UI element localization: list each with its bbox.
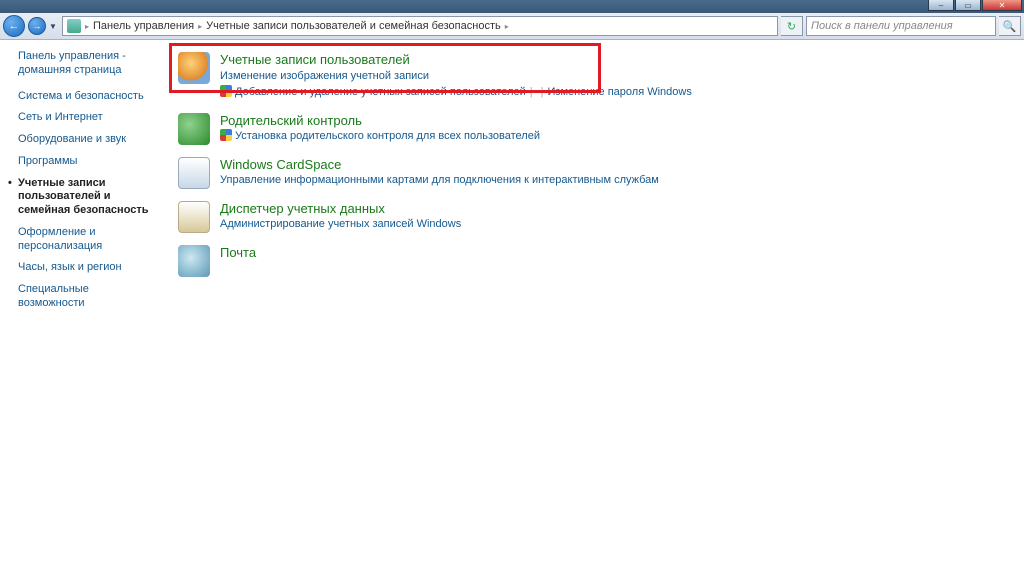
sidebar-item-7[interactable]: Специальные возможности — [18, 283, 158, 311]
shield-icon — [220, 85, 232, 97]
watermark: club Sovet — [952, 534, 1016, 572]
nav-back-button[interactable]: ← — [3, 15, 25, 37]
maximize-button[interactable]: ▭ — [955, 0, 981, 11]
category-title[interactable]: Windows CardSpace — [220, 157, 659, 173]
category-sublink[interactable]: Управление информационными картами для п… — [220, 174, 659, 186]
titlebar: – ▭ ✕ — [0, 0, 1024, 13]
nav-history-dropdown[interactable]: ▼ — [49, 22, 59, 31]
control-panel-icon — [67, 19, 81, 33]
sidebar-item-0[interactable]: Система и безопасность — [18, 90, 158, 104]
category-sublink[interactable]: Установка родительского контроля для все… — [220, 130, 540, 142]
search-input[interactable]: Поиск в панели управления — [806, 16, 996, 36]
category-title[interactable]: Учетные записи пользователей — [220, 52, 692, 68]
users-icon — [178, 52, 210, 84]
category-parent: Родительский контрольУстановка родительс… — [166, 107, 1024, 151]
refresh-button[interactable]: ↻ — [781, 16, 803, 36]
sidebar-item-2[interactable]: Оборудование и звук — [18, 133, 158, 147]
navbar: ← → ▼ ▸ Панель управления ▸ Учетные запи… — [0, 13, 1024, 40]
main-content: Учетные записи пользователейИзменение из… — [166, 40, 1024, 576]
category-title[interactable]: Диспетчер учетных данных — [220, 201, 461, 217]
category-title[interactable]: Родительский контроль — [220, 113, 540, 129]
search-button[interactable]: 🔍 — [999, 16, 1021, 36]
category-sublinks: Управление информационными картами для п… — [220, 172, 659, 189]
breadcrumb-root[interactable]: Панель управления — [93, 20, 194, 32]
category-sublink[interactable]: Изменение изображения учетной записи — [220, 70, 429, 82]
category-cred: Диспетчер учетных данныхАдминистрировани… — [166, 195, 1024, 239]
cred-icon — [178, 201, 210, 233]
breadcrumb-sep: ▸ — [85, 22, 89, 31]
watermark-tag: club — [952, 528, 1016, 540]
close-button[interactable]: ✕ — [982, 0, 1022, 11]
category-sublink[interactable]: Изменение пароля Windows — [548, 86, 692, 98]
category-sublinks: Установка родительского контроля для все… — [220, 128, 540, 145]
category-sublinks: Изменение изображения учетной записи Доба… — [220, 68, 692, 101]
sidebar-item-1[interactable]: Сеть и Интернет — [18, 111, 158, 125]
sidebar-home-link[interactable]: Панель управления - домашняя страница — [18, 50, 158, 78]
sidebar-item-6[interactable]: Часы, язык и регион — [18, 261, 158, 275]
sidebar-item-4[interactable]: Учетные записи пользователей и семейная … — [18, 177, 158, 218]
breadcrumb-sep: ▸ — [505, 22, 509, 31]
category-sublink[interactable]: Администрирование учетных записей Window… — [220, 218, 461, 230]
watermark-brand: Sovet — [952, 540, 1016, 571]
card-icon — [178, 157, 210, 189]
shield-icon — [220, 129, 232, 141]
window-buttons: – ▭ ✕ — [927, 0, 1022, 13]
parent-icon — [178, 113, 210, 145]
category-title[interactable]: Почта — [220, 245, 256, 261]
category-sublinks: Администрирование учетных записей Window… — [220, 216, 461, 233]
breadcrumb-sep: ▸ — [198, 22, 202, 31]
sidebar-item-3[interactable]: Программы — [18, 155, 158, 169]
category-sublink[interactable]: Добавление и удаление учетных записей по… — [220, 86, 526, 98]
category-mail: Почта — [166, 239, 1024, 283]
category-users: Учетные записи пользователейИзменение из… — [166, 46, 1024, 107]
nav-forward-button[interactable]: → — [28, 17, 46, 35]
mail-icon — [178, 245, 210, 277]
sidebar-item-5[interactable]: Оформление и персонализация — [18, 226, 158, 254]
address-bar[interactable]: ▸ Панель управления ▸ Учетные записи пол… — [62, 16, 778, 36]
minimize-button[interactable]: – — [928, 0, 954, 11]
sidebar: Панель управления - домашняя страница Си… — [0, 40, 166, 576]
breadcrumb-current[interactable]: Учетные записи пользователей и семейная … — [206, 20, 501, 32]
control-panel-body: Панель управления - домашняя страница Си… — [0, 40, 1024, 576]
category-card: Windows CardSpaceУправление информационн… — [166, 151, 1024, 195]
